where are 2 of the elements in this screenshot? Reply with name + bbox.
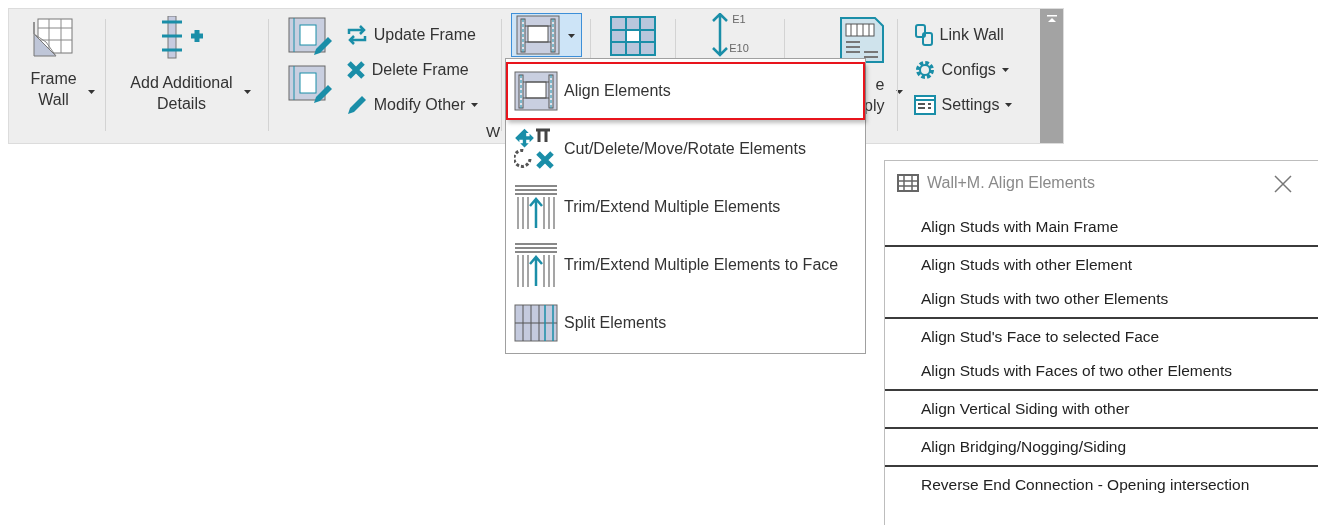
panel-label: W xyxy=(486,122,502,142)
dialog-title: Wall+M. Align Elements xyxy=(927,173,1095,193)
